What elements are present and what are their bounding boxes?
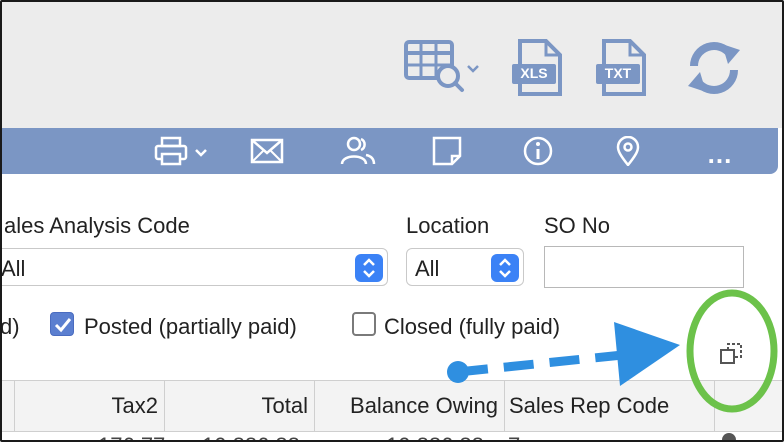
app-window: XLS TXT ... ales Analysis Code Location … bbox=[0, 0, 784, 442]
annotation-arrow-tail bbox=[447, 361, 469, 383]
annotation-overlay bbox=[447, 289, 778, 413]
annotation-arrow-head bbox=[614, 322, 680, 386]
annotation-green-circle bbox=[686, 289, 778, 413]
annotation-arrow-shaft bbox=[457, 349, 633, 377]
